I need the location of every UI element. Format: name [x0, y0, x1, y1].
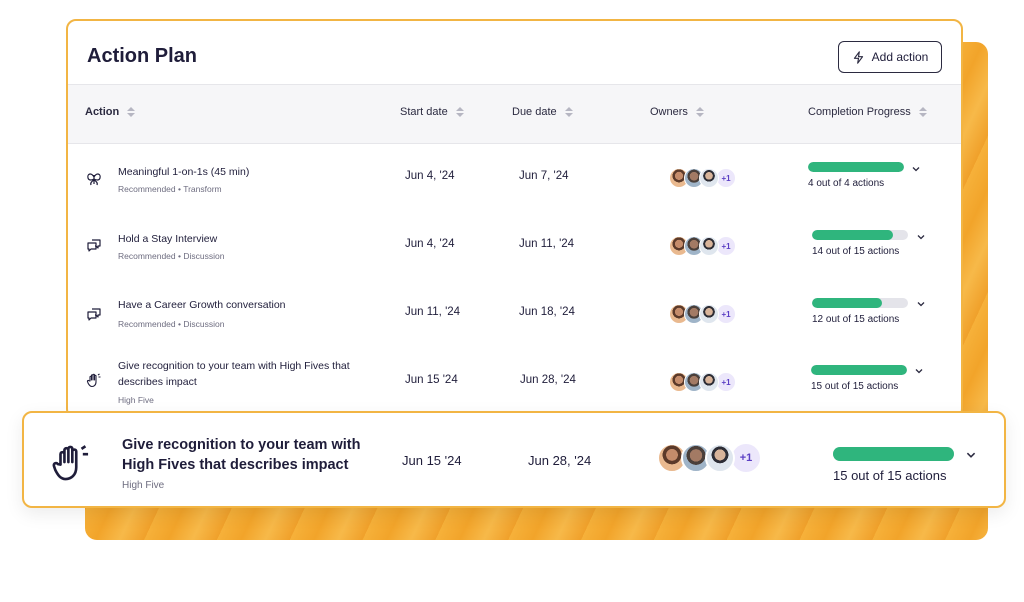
chevron-down-icon[interactable] [916, 232, 926, 242]
action-tag: Recommended [118, 251, 176, 261]
progress-bar [812, 298, 908, 308]
avatar [699, 168, 719, 188]
action-tag: Discussion [183, 251, 225, 261]
action-tag: Transform [183, 184, 222, 194]
action-tag: High Five [122, 480, 165, 491]
table-header: Action Start date Due date Owners Comple… [68, 85, 961, 144]
extra-owners-badge: +1 [716, 304, 736, 324]
progress-fill [808, 162, 904, 172]
extra-owners-badge: +1 [716, 236, 736, 256]
due-date: Jun 7, '24 [519, 170, 569, 182]
sort-icon [695, 107, 704, 117]
start-date: Jun 15 '24 [402, 453, 462, 468]
table-row[interactable]: Meaningful 1-on-1s (45 min) Recommended … [68, 146, 961, 212]
progress-bar [811, 365, 907, 375]
completion-progress: 12 out of 15 actions [812, 298, 908, 325]
chat-bubbles-icon [87, 308, 101, 321]
start-date: Jun 11, '24 [405, 306, 461, 318]
progress-fill [833, 447, 954, 461]
extra-owners-badge: +1 [731, 443, 761, 473]
avatar [699, 304, 719, 324]
extra-owners-badge: +1 [716, 168, 736, 188]
sort-icon [918, 107, 927, 117]
sort-icon [127, 107, 136, 117]
completion-progress: 15 out of 15 actions [811, 365, 907, 392]
action-title: Give recognition to your team with High … [118, 360, 350, 388]
page-title: Action Plan [87, 45, 198, 67]
progress-bar [833, 447, 954, 461]
action-tag: Recommended [118, 184, 176, 194]
action-tag: Recommended [118, 319, 176, 329]
progress-text: 14 out of 15 actions [812, 246, 900, 257]
add-action-label: Add action [871, 50, 929, 64]
column-label: Due date [512, 106, 557, 118]
chat-bubbles-icon [87, 239, 101, 252]
high-five-icon [86, 373, 101, 388]
column-header-owners[interactable]: Owners [650, 106, 704, 118]
action-tags: Recommended • Transform [118, 184, 222, 194]
owners-group[interactable]: +1 [669, 372, 736, 392]
action-tags: Recommended • Discussion [118, 319, 225, 329]
card-header: Action Plan Add action [68, 21, 961, 85]
column-label: Action [85, 106, 120, 118]
column-header-due-date[interactable]: Due date [512, 106, 573, 118]
action-title: Give recognition to your team with High … [122, 437, 361, 473]
chevron-down-icon[interactable] [914, 366, 924, 376]
action-tag: High Five [118, 395, 154, 405]
start-date: Jun 15 '24 [405, 374, 458, 386]
progress-fill [811, 365, 907, 375]
progress-fill [812, 298, 883, 308]
column-header-action[interactable]: Action [85, 106, 136, 118]
due-date: Jun 11, '24 [519, 238, 575, 250]
progress-bar [812, 230, 908, 240]
progress-fill [812, 230, 893, 240]
lightning-icon [853, 50, 863, 64]
table-row[interactable]: Give recognition to your team with High … [68, 344, 961, 417]
column-label: Start date [400, 106, 448, 118]
table-row[interactable]: Have a Career Growth conversation Recomm… [68, 278, 961, 344]
progress-text: 15 out of 15 actions [833, 468, 947, 483]
start-date: Jun 4, '24 [405, 170, 455, 182]
due-date: Jun 28, '24 [520, 374, 576, 386]
action-title: Meaningful 1-on-1s (45 min) [118, 166, 250, 178]
owners-group[interactable]: +1 [657, 443, 761, 473]
progress-text: 12 out of 15 actions [812, 314, 900, 325]
chevron-down-icon[interactable] [911, 164, 921, 174]
action-title: Hold a Stay Interview [118, 233, 218, 245]
action-tags: Recommended • Discussion [118, 251, 225, 261]
sort-icon [455, 107, 464, 117]
chevron-down-icon[interactable] [965, 449, 977, 461]
completion-progress: 15 out of 15 actions [833, 447, 954, 483]
action-title: Have a Career Growth conversation [118, 299, 286, 311]
column-header-start-date[interactable]: Start date [400, 106, 464, 118]
butterfly-icon [87, 173, 101, 186]
chevron-down-icon[interactable] [916, 299, 926, 309]
avatar [705, 443, 735, 473]
avatar [699, 372, 719, 392]
progress-text: 4 out of 4 actions [808, 178, 885, 189]
column-label: Owners [650, 106, 688, 118]
progress-text: 15 out of 15 actions [811, 381, 899, 392]
high-five-icon [52, 445, 89, 481]
progress-bar [808, 162, 904, 172]
action-tag: Discussion [183, 319, 225, 329]
start-date: Jun 4, '24 [405, 238, 455, 250]
highlighted-action-row[interactable]: Give recognition to your team with High … [22, 411, 1006, 508]
completion-progress: 14 out of 15 actions [812, 230, 908, 257]
column-label: Completion Progress [808, 106, 911, 118]
extra-owners-badge: +1 [716, 372, 736, 392]
due-date: Jun 18, '24 [519, 306, 575, 318]
owners-group[interactable]: +1 [669, 168, 736, 188]
sort-icon [564, 107, 573, 117]
add-action-button[interactable]: Add action [838, 41, 942, 73]
table-row[interactable]: Hold a Stay Interview Recommended • Disc… [68, 212, 961, 278]
completion-progress: 4 out of 4 actions [808, 162, 904, 189]
avatar [699, 236, 719, 256]
owners-group[interactable]: +1 [669, 236, 736, 256]
owners-group[interactable]: +1 [669, 304, 736, 324]
action-plan-card: Action Plan Add action Action Start date… [66, 19, 963, 419]
column-header-completion[interactable]: Completion Progress [808, 106, 927, 118]
due-date: Jun 28, '24 [528, 453, 592, 468]
